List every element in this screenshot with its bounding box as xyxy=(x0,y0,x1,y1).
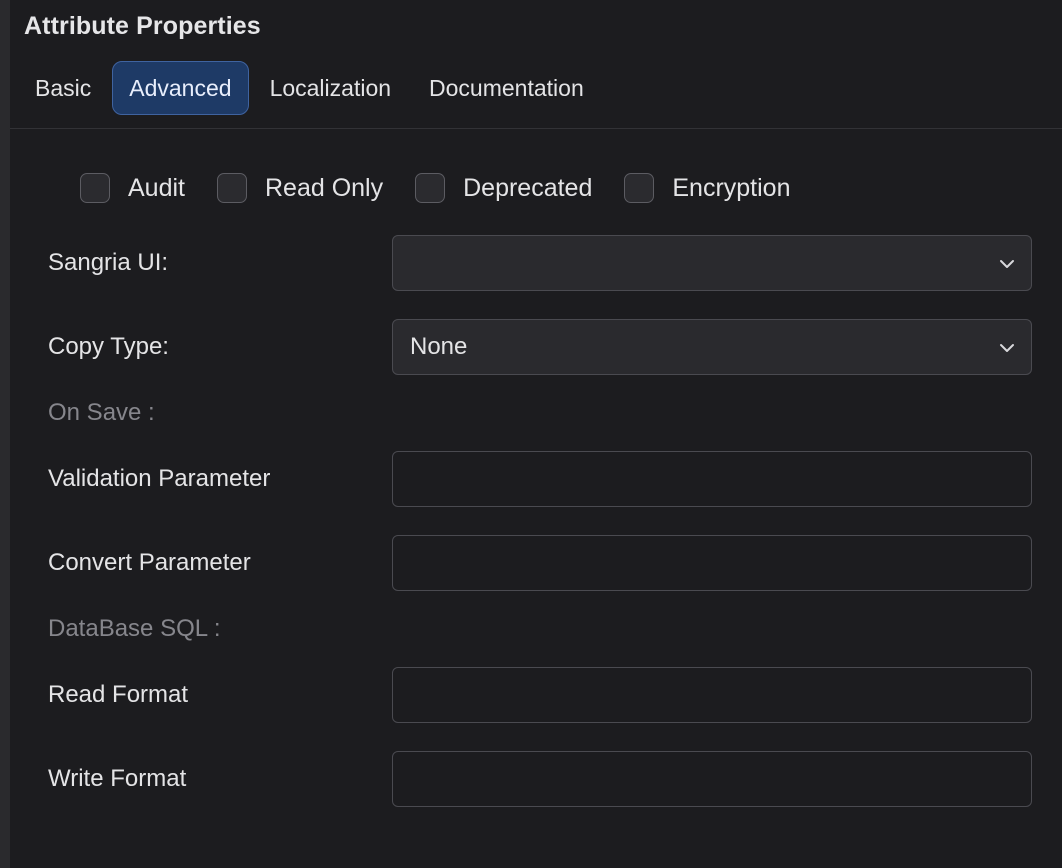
chevron-down-icon xyxy=(1000,344,1014,352)
copy-type-value: None xyxy=(410,333,468,360)
copy-type-select[interactable]: None xyxy=(392,319,1032,375)
read-format-input[interactable] xyxy=(392,667,1032,723)
tab-localization[interactable]: Localization xyxy=(253,61,408,115)
encryption-checkbox[interactable] xyxy=(624,173,655,203)
tab-basic[interactable]: Basic xyxy=(18,61,108,115)
encryption-checkbox-row[interactable]: Encryption xyxy=(624,173,790,203)
encryption-label: Encryption xyxy=(672,173,791,202)
tab-bar: Basic Advanced Localization Documentatio… xyxy=(18,60,605,116)
tab-divider xyxy=(10,128,1062,129)
read-only-checkbox[interactable] xyxy=(216,173,247,203)
on-save-section-label: On Save : xyxy=(48,399,155,426)
deprecated-checkbox-row[interactable]: Deprecated xyxy=(415,173,592,203)
read-only-label: Read Only xyxy=(264,173,384,202)
database-sql-section-label: DataBase SQL : xyxy=(48,615,221,642)
audit-label: Audit xyxy=(128,173,185,202)
validation-parameter-label: Validation Parameter xyxy=(48,465,271,492)
window-left-edge xyxy=(0,0,10,868)
tab-documentation[interactable]: Documentation xyxy=(412,61,601,115)
deprecated-checkbox[interactable] xyxy=(415,173,446,203)
convert-parameter-label: Convert Parameter xyxy=(48,549,251,576)
validation-parameter-input[interactable] xyxy=(392,451,1032,507)
write-format-label: Write Format xyxy=(48,765,187,792)
sangria-ui-label: Sangria UI: xyxy=(48,249,169,276)
read-format-label: Read Format xyxy=(48,681,189,708)
chevron-down-icon xyxy=(1000,260,1014,268)
audit-checkbox-row[interactable]: Audit xyxy=(80,173,185,203)
tab-advanced[interactable]: Advanced xyxy=(112,61,249,115)
flag-checkboxes: Audit Read Only Deprecated Encryption xyxy=(80,172,822,204)
read-only-checkbox-row[interactable]: Read Only xyxy=(216,173,384,203)
attribute-properties-panel: Attribute Properties Basic Advanced Loca… xyxy=(10,0,1062,868)
deprecated-label: Deprecated xyxy=(463,173,593,202)
copy-type-label: Copy Type: xyxy=(48,333,169,360)
sangria-ui-select[interactable] xyxy=(392,235,1032,291)
convert-parameter-input[interactable] xyxy=(392,535,1032,591)
write-format-input[interactable] xyxy=(392,751,1032,807)
audit-checkbox[interactable] xyxy=(80,173,110,203)
panel-title: Attribute Properties xyxy=(24,12,261,40)
